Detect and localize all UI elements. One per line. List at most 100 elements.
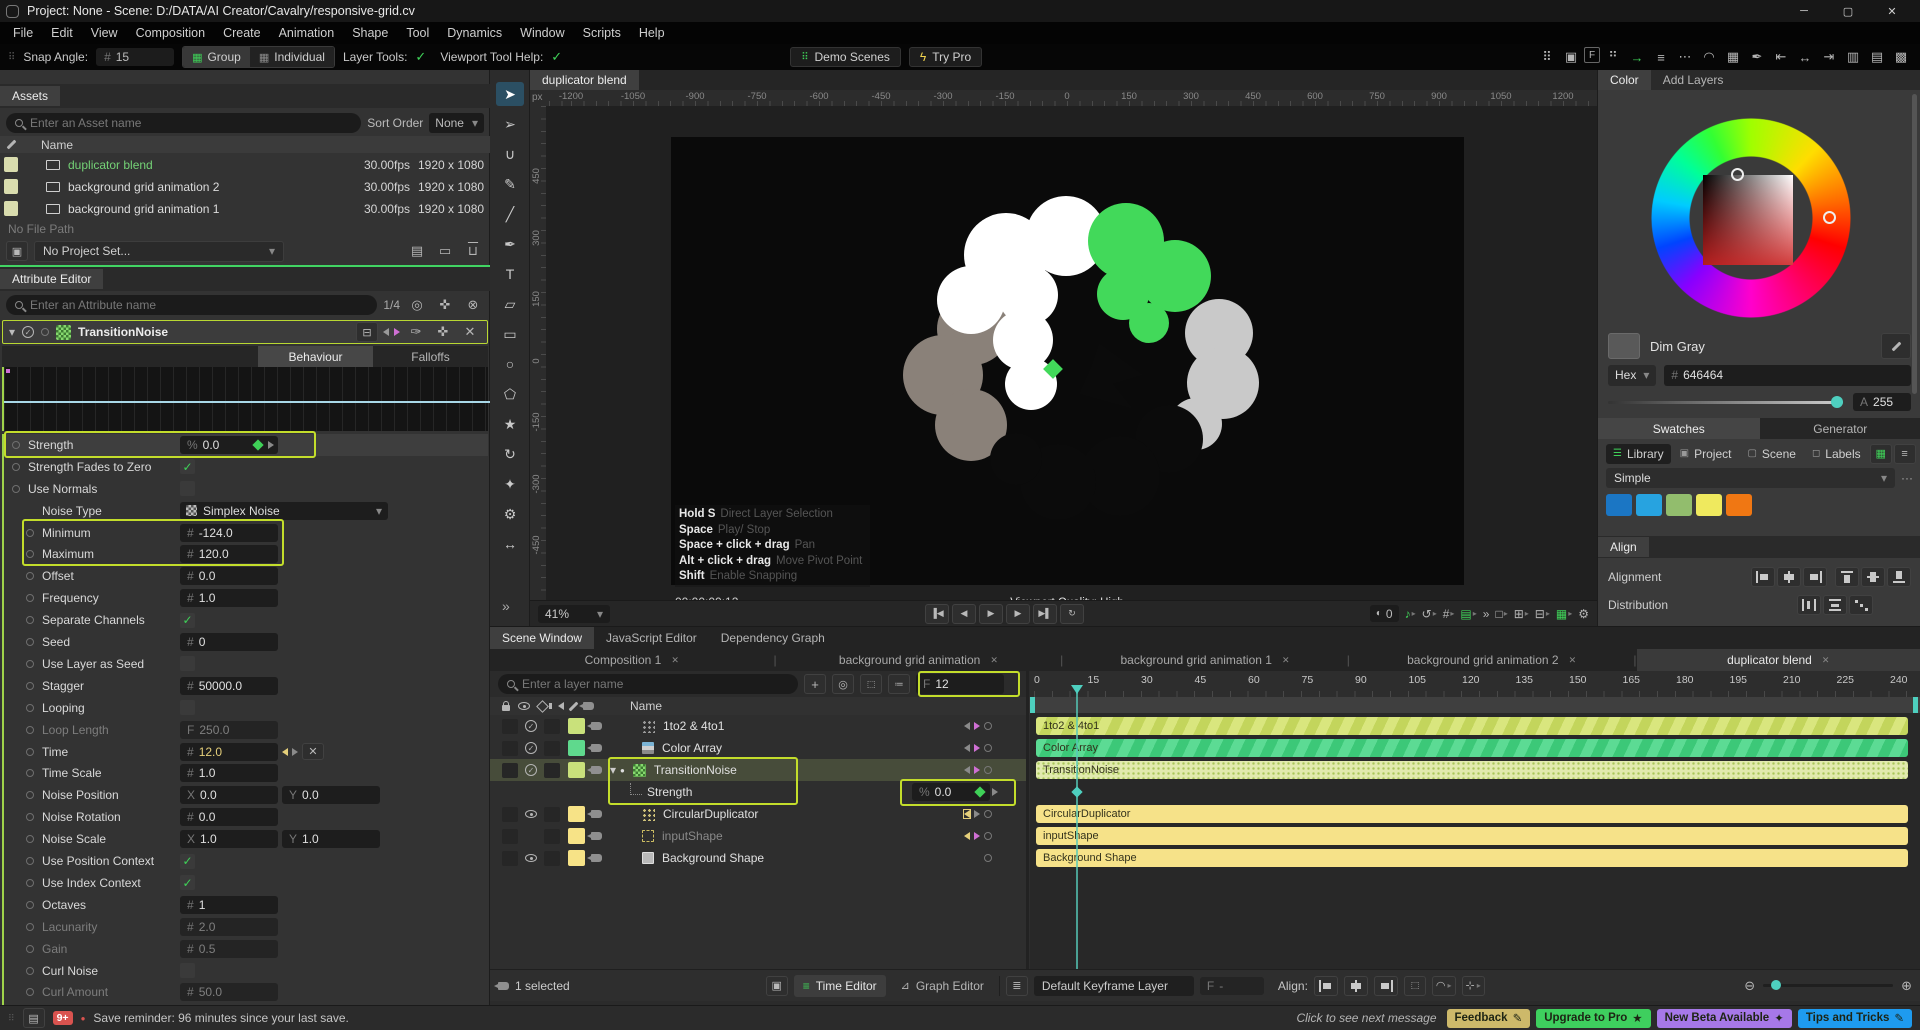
menu-edit[interactable]: Edit xyxy=(42,22,82,44)
attr-field[interactable]: #-124.0 xyxy=(180,524,278,542)
attr-dot[interactable] xyxy=(26,660,34,668)
align-bottom-button[interactable] xyxy=(1887,567,1911,587)
expand-rail-icon[interactable]: » xyxy=(502,598,510,614)
try-pro-button[interactable]: ϟTry Pro xyxy=(909,47,982,67)
add-keyframe-icon[interactable] xyxy=(984,722,992,730)
close-button[interactable]: ✕ xyxy=(1870,0,1914,22)
layer-row-background-shape[interactable]: Background Shape xyxy=(490,847,1026,869)
palette-more-button[interactable]: ··· xyxy=(1901,471,1913,485)
attr-dot[interactable] xyxy=(12,463,20,471)
prev-keyframe-icon[interactable] xyxy=(964,810,970,818)
tab-align[interactable]: Align xyxy=(1598,537,1649,557)
checker-icon[interactable]: ▦▸ xyxy=(1556,607,1572,621)
tab-generator[interactable]: Generator xyxy=(1760,418,1920,439)
track-bar-inputshape[interactable]: inputShape xyxy=(1036,827,1908,845)
attr-field[interactable]: #0.0 xyxy=(180,567,278,585)
lock-cell[interactable] xyxy=(502,829,518,844)
direct-select-tool[interactable]: ➢ xyxy=(496,112,524,136)
attr-checkbox[interactable] xyxy=(180,656,195,671)
timeline-ruler[interactable]: 0153045607590105120135150165180195210225… xyxy=(1030,671,1920,697)
attr-dot[interactable] xyxy=(26,529,34,537)
tab-javascript-editor[interactable]: JavaScript Editor xyxy=(594,627,709,649)
status-button-tips-and-tricks[interactable]: Tips and Tricks✎ xyxy=(1798,1009,1912,1028)
layer-tag-icon[interactable] xyxy=(591,766,602,774)
close-icon[interactable]: ✕ xyxy=(1282,655,1290,666)
key-align-center-button[interactable] xyxy=(1344,976,1368,996)
attr-dot[interactable] xyxy=(26,835,34,843)
asset-row[interactable]: background grid animation 230.00fps1920 … xyxy=(0,176,490,197)
list-icon[interactable]: ≡ xyxy=(1650,47,1672,67)
palette-select[interactable]: Simple▾ xyxy=(1606,468,1895,488)
track-bar-1to2-4to1[interactable]: 1to2 & 4to1 xyxy=(1036,717,1908,735)
timeline-area[interactable]: 0153045607590105120135150165180195210225… xyxy=(1030,671,1920,969)
attr-dot[interactable] xyxy=(26,682,34,690)
status-button-upgrade-to-pro[interactable]: Upgrade to Pro★ xyxy=(1536,1009,1650,1028)
layer-color-swatch[interactable] xyxy=(568,806,585,822)
panel-scrollbar[interactable] xyxy=(1912,94,1917,394)
panel-layout-icon[interactable]: ▣ xyxy=(1560,47,1582,67)
next-keyframe-icon[interactable] xyxy=(974,810,980,818)
alpha-slider[interactable] xyxy=(1608,401,1843,404)
attr-dot[interactable] xyxy=(26,813,34,821)
select-tool[interactable]: ➤ xyxy=(496,82,524,106)
key-align-right-button[interactable] xyxy=(1374,976,1398,996)
frame-f-icon[interactable]: F xyxy=(1584,47,1600,63)
arc-tool[interactable]: ↻ xyxy=(496,442,524,466)
individual-button[interactable]: ▦Individual xyxy=(250,47,334,67)
layer-row-strength[interactable]: Strength%0.0 xyxy=(490,781,1026,803)
prev-keyframe-icon[interactable] xyxy=(964,832,970,840)
next-keyframe-icon[interactable] xyxy=(974,744,980,752)
menu-file[interactable]: File xyxy=(4,22,42,44)
rectangle-tool[interactable]: ▭ xyxy=(496,322,524,346)
distribute-grid-button[interactable] xyxy=(1849,595,1873,615)
attr-dot[interactable] xyxy=(26,550,34,558)
play-button[interactable]: ▶ xyxy=(979,604,1003,624)
find-icon[interactable]: ◎ xyxy=(406,295,428,315)
layer-tag-icon[interactable] xyxy=(591,810,602,818)
source-scene[interactable]: ▢Scene xyxy=(1740,444,1802,464)
viewport-help-check[interactable]: ✓ xyxy=(551,49,562,65)
attr-dot[interactable] xyxy=(26,594,34,602)
filter-null-icon[interactable]: ◎ xyxy=(832,674,854,694)
group-button[interactable]: ▦Group xyxy=(183,47,250,67)
status-button-feedback[interactable]: Feedback✎ xyxy=(1447,1009,1531,1028)
menu-window[interactable]: Window xyxy=(511,22,573,44)
align-right-button[interactable] xyxy=(1803,567,1827,587)
layer-tools-check[interactable]: ✓ xyxy=(415,49,426,65)
sv-square[interactable] xyxy=(1703,175,1793,265)
comp-tab[interactable]: background grid animation✕ xyxy=(777,649,1061,671)
tab-assets[interactable]: Assets xyxy=(0,86,60,106)
keyframe-layer-select[interactable]: Default Keyframe Layer xyxy=(1034,976,1194,996)
pivot-icon[interactable]: ↺▸ xyxy=(1422,607,1437,621)
draw-tool[interactable]: ✎ xyxy=(496,172,524,196)
zoom-in-icon[interactable]: ⊕ xyxy=(1901,978,1912,994)
attr-dot[interactable] xyxy=(12,441,20,449)
graph-editor-button[interactable]: ⊿Graph Editor xyxy=(892,975,993,997)
add-keyframe-icon[interactable] xyxy=(984,744,992,752)
attr-field[interactable]: #0.0 xyxy=(180,808,278,826)
grid-cells-icon[interactable]: ▩ xyxy=(1890,47,1912,67)
track-bar-transitionnoise[interactable]: TransitionNoise xyxy=(1036,761,1908,779)
source-labels[interactable]: ◻Labels xyxy=(1805,444,1868,464)
close-icon[interactable]: ✕ xyxy=(1822,655,1830,666)
more-icon[interactable]: ⋯ xyxy=(1674,47,1696,67)
lock-cell[interactable] xyxy=(502,719,518,734)
resize-tool[interactable]: ↔ xyxy=(496,532,524,556)
menu-help[interactable]: Help xyxy=(630,22,674,44)
asset-row[interactable]: duplicator blend30.00fps1920 x 1080 xyxy=(0,154,490,175)
prev-keyframe-icon[interactable] xyxy=(383,328,389,336)
attr-field-x[interactable]: X0.0 xyxy=(180,786,278,804)
add-keyframe-icon[interactable] xyxy=(984,832,992,840)
frames-icon[interactable]: ▤▸ xyxy=(1460,607,1476,621)
tab-dependency-graph[interactable]: Dependency Graph xyxy=(709,627,837,649)
attr-dot[interactable] xyxy=(26,572,34,580)
comp-tab[interactable]: background grid animation 1✕ xyxy=(1063,649,1347,671)
layer-row-1to2-4to1[interactable]: ✓1to2 & 4to1 xyxy=(490,715,1026,737)
grid-dots-icon[interactable]: ⠿ xyxy=(1536,47,1558,67)
playhead-marker[interactable] xyxy=(1071,685,1083,694)
line-tool[interactable]: ╱ xyxy=(496,202,524,226)
color-swatch-chip[interactable] xyxy=(1696,494,1722,516)
attr-checkbox[interactable]: ✓ xyxy=(180,613,195,628)
align-center-h-button[interactable] xyxy=(1777,567,1801,587)
hex-field[interactable]: #646464 xyxy=(1664,365,1911,386)
